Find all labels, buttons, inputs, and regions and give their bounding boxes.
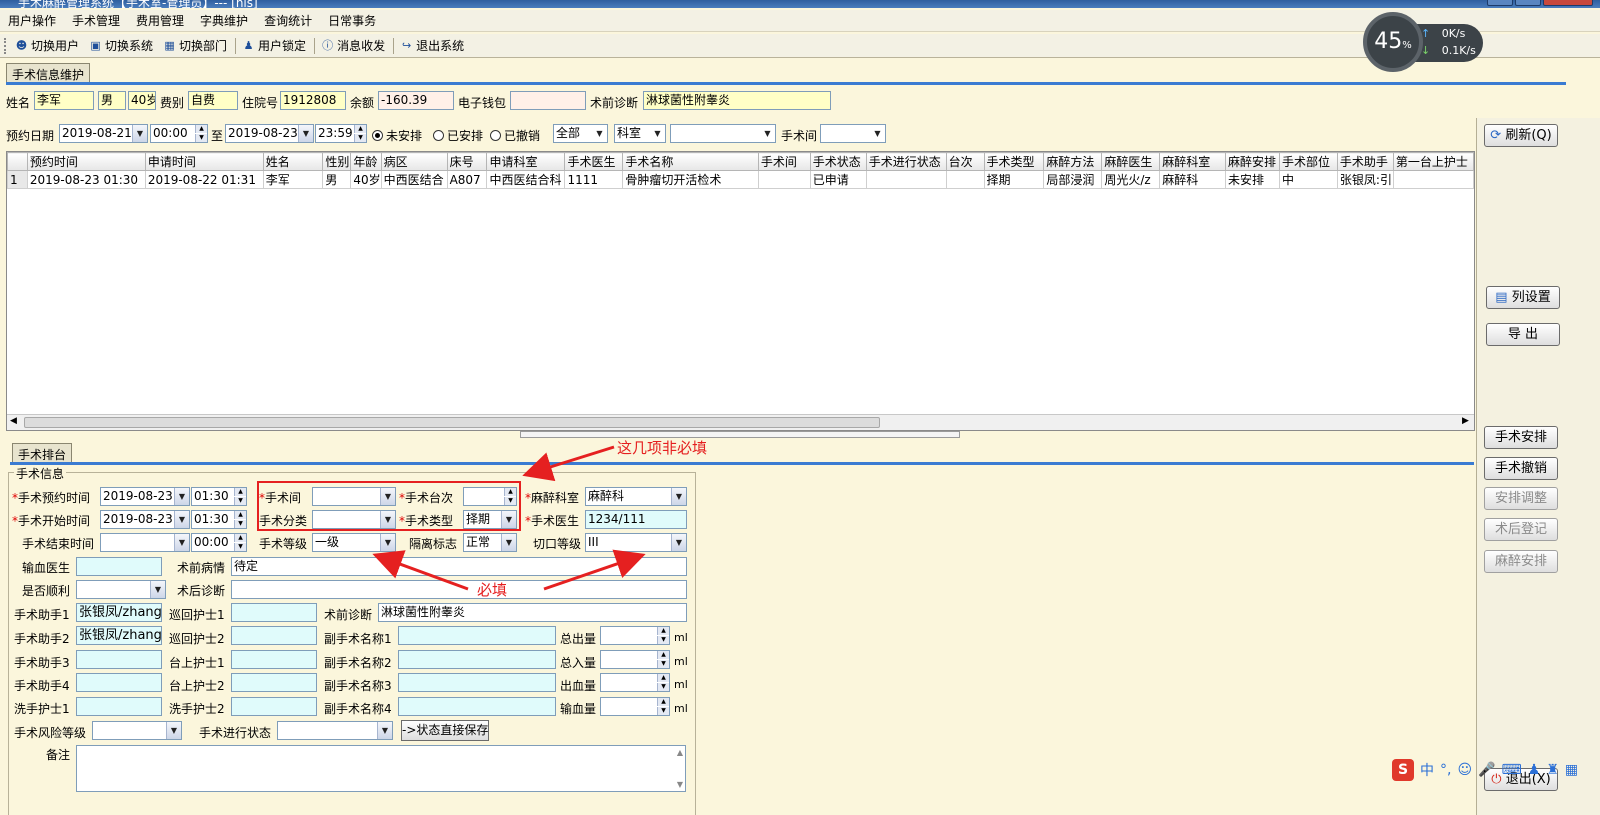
toolbox-grid-icon[interactable]: ▦ (1565, 762, 1578, 778)
ime-punctuation-toggle[interactable]: °, (1440, 762, 1451, 778)
ime-toolbar: S 中 °, ☺ 🎤 ⌨ ♟ ♜ ▦ (1392, 758, 1600, 782)
emoji-icon[interactable]: ☺ (1457, 762, 1472, 778)
ime-language-toggle[interactable]: 中 (1420, 760, 1434, 780)
sogou-logo-icon: S (1392, 759, 1414, 781)
skin-shirt-icon[interactable]: ♜ (1546, 762, 1559, 778)
arrow-to-optional (522, 445, 615, 482)
arrow-to-incision (543, 549, 646, 591)
annotation-arrows (372, 445, 646, 591)
user-icon[interactable]: ♟ (1528, 762, 1541, 778)
microphone-icon[interactable]: 🎤 (1478, 762, 1495, 778)
keyboard-icon[interactable]: ⌨ (1502, 762, 1522, 778)
arrow-to-level (372, 550, 469, 591)
